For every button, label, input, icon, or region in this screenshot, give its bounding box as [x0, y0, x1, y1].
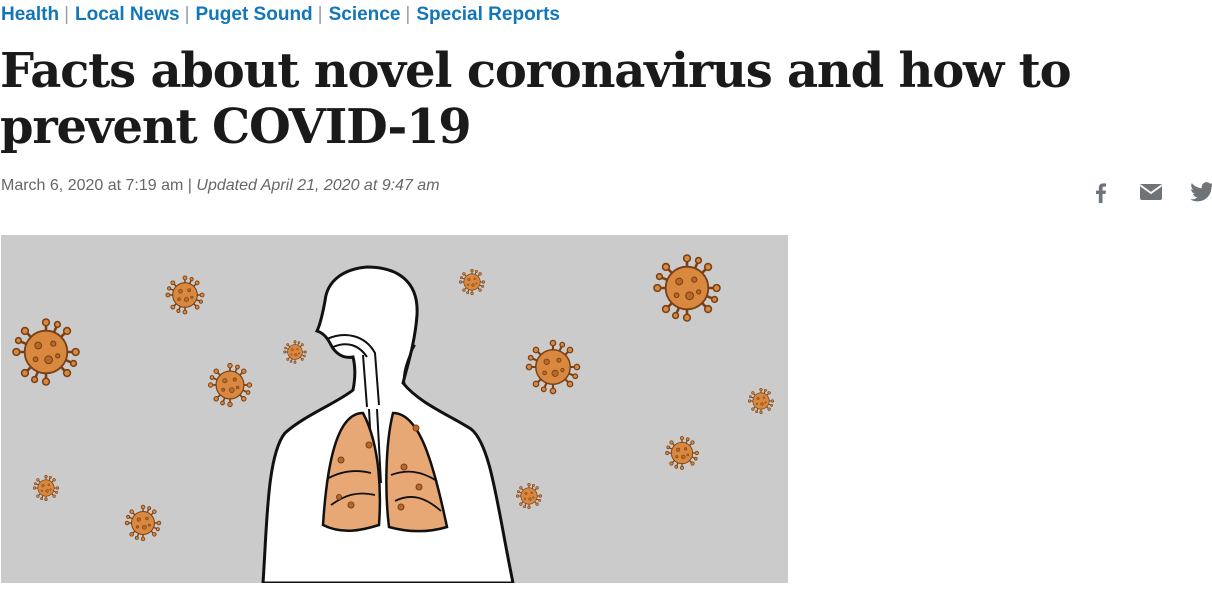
nav-link-puget-sound[interactable]: Puget Sound — [196, 4, 313, 25]
email-icon[interactable] — [1138, 179, 1164, 205]
updated-date: Updated April 21, 2020 at 9:47 am — [196, 177, 440, 194]
share-bar — [1088, 179, 1212, 205]
article-meta: March 6, 2020 at 7:19 am | Updated April… — [1, 177, 440, 195]
section-nav: Health | Local News | Puget Sound | Science | Sp… — [1, 3, 560, 27]
nav-link-special-reports[interactable]: Special Reports — [416, 4, 560, 25]
nav-link-local-news[interactable]: Local News — [75, 4, 180, 25]
nav-link-science[interactable]: Science — [329, 4, 401, 25]
nav-separator: | — [405, 4, 411, 25]
person-silhouette — [261, 265, 515, 583]
nav-separator: | — [64, 4, 70, 25]
nav-separator: | — [184, 4, 190, 25]
published-date: March 6, 2020 at 7:19 am — [1, 177, 184, 194]
nav-separator: | — [317, 4, 323, 25]
hero-illustration — [1, 235, 788, 583]
facebook-icon[interactable] — [1088, 179, 1114, 205]
twitter-icon[interactable] — [1189, 179, 1212, 205]
article-title: Facts about novel coronavirus and how to… — [0, 43, 1072, 155]
meta-separator: | — [187, 177, 192, 194]
nav-link-health[interactable]: Health — [1, 4, 59, 25]
